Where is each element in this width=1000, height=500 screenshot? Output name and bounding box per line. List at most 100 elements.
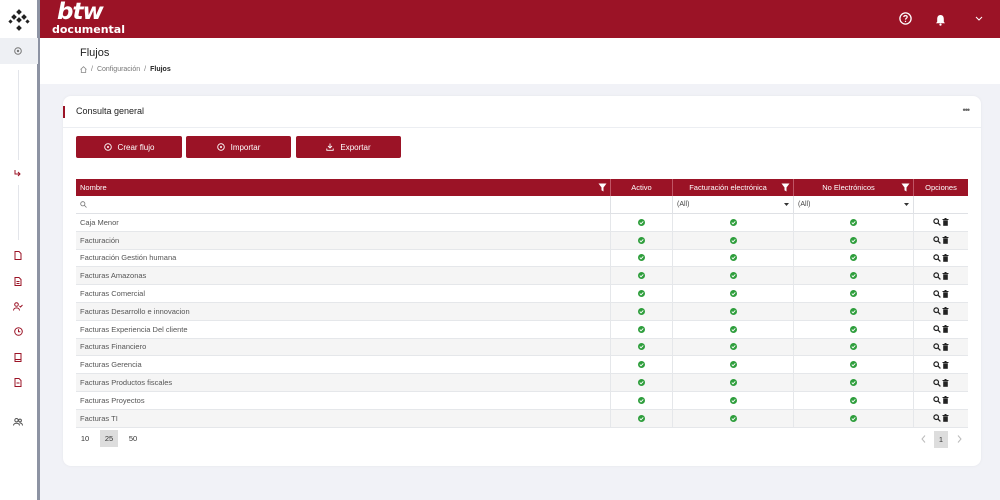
column-header-nombre[interactable]: Nombre (76, 179, 611, 196)
trash-icon[interactable] (942, 325, 949, 333)
search-icon[interactable] (933, 378, 941, 387)
table-row[interactable]: Facturas Experiencia Del cliente (76, 320, 968, 339)
page-size-selector: 10 25 50 (76, 430, 142, 447)
trash-icon[interactable] (942, 414, 949, 422)
more-options-button[interactable]: ••• (963, 105, 971, 115)
brand-logo[interactable]: btw documental (52, 0, 125, 36)
table-row[interactable]: Caja Menor (76, 214, 968, 232)
no-electronicos-filter-select[interactable]: (All) (794, 196, 914, 213)
row-nombre: Facturas Amazonas (76, 267, 611, 285)
home-icon[interactable] (80, 66, 87, 73)
row-nombre: Facturas Desarrollo e innovacion (76, 302, 611, 320)
trash-icon[interactable] (942, 236, 949, 244)
exportar-button[interactable]: Exportar (296, 136, 401, 158)
users-icon (13, 418, 23, 426)
next-page-button[interactable] (952, 430, 966, 447)
chevron-left-icon (920, 434, 925, 443)
column-nombre-label: Nombre (80, 183, 107, 192)
table-row[interactable]: Facturación Gestión humana (76, 249, 968, 268)
search-icon[interactable] (933, 218, 941, 227)
no-electronicos-select[interactable]: (All) (794, 201, 913, 208)
trash-icon[interactable] (942, 342, 949, 351)
exportar-label: Exportar (340, 142, 371, 152)
sidebar-item-file[interactable] (10, 273, 26, 289)
filter-icon[interactable] (781, 183, 790, 192)
sidebar-item-user-check[interactable] (10, 298, 26, 314)
table-row[interactable]: Facturas Comercial (76, 285, 968, 303)
nombre-search-cell[interactable] (76, 196, 611, 213)
check-circle-icon (850, 414, 857, 422)
breadcrumb-configuracion[interactable]: Configuración (97, 66, 140, 73)
trash-icon[interactable] (942, 253, 949, 262)
table-row[interactable]: Facturas Proyectos (76, 391, 968, 410)
trash-icon[interactable] (942, 289, 949, 298)
trash-icon[interactable] (942, 271, 949, 280)
column-header-no-electronicos[interactable]: No Electrónicos (794, 179, 914, 196)
sidebar-item-settings[interactable] (0, 38, 38, 64)
row-facturacion-check (673, 267, 794, 285)
check-circle-icon (638, 414, 645, 422)
filter-icon[interactable] (598, 183, 607, 192)
search-icon[interactable] (933, 325, 941, 334)
search-icon[interactable] (933, 414, 941, 423)
search-icon[interactable] (933, 307, 941, 316)
trash-icon[interactable] (942, 378, 949, 387)
sidebar-item-book[interactable] (10, 349, 26, 365)
column-facturacion-label: Facturación electrónica (689, 183, 767, 192)
prev-page-button[interactable] (916, 430, 930, 447)
current-page[interactable]: 1 (934, 431, 948, 448)
facturacion-select[interactable]: (All) (673, 201, 793, 208)
check-circle-icon (729, 218, 737, 226)
sidebar-item-document[interactable] (10, 247, 26, 263)
row-nombre: Facturación (76, 231, 611, 249)
trash-icon[interactable] (942, 360, 949, 369)
table-row[interactable]: Facturas Gerencia (76, 356, 968, 375)
row-no-electronicos-check (794, 356, 914, 374)
row-activo-check (611, 391, 673, 409)
sidebar-item-users[interactable] (10, 414, 26, 430)
sidebar-item-return[interactable] (10, 165, 26, 181)
table-row[interactable]: Facturación (76, 231, 968, 250)
trash-icon[interactable] (942, 307, 949, 316)
sidebar-item-clock[interactable] (10, 323, 26, 339)
table-row[interactable]: Facturas Productos fiscales (76, 374, 968, 392)
table-row[interactable]: Facturas Amazonas (76, 267, 968, 286)
notifications-button[interactable] (932, 12, 948, 28)
trash-icon[interactable] (942, 218, 949, 227)
search-icon[interactable] (933, 272, 941, 280)
column-header-activo[interactable]: Activo (611, 179, 673, 196)
table-row[interactable]: Facturas Desarrollo e innovacion (76, 302, 968, 321)
row-no-electronicos-check (794, 409, 914, 427)
page-size-50[interactable]: 50 (124, 430, 142, 447)
app-logo-icon[interactable] (8, 9, 30, 31)
table-body: Caja Menor Facturación Facturación Gestión… (76, 214, 968, 428)
crear-flujo-button[interactable]: Crear flujo (76, 136, 182, 158)
search-icon[interactable] (933, 236, 941, 245)
table-row[interactable]: Facturas Financiero (76, 338, 968, 357)
importar-button[interactable]: Importar (186, 136, 291, 158)
facturacion-filter-select[interactable]: (All) (673, 196, 794, 213)
search-icon[interactable] (933, 343, 941, 351)
table-header: Nombre Activo Facturación electrónica No… (76, 179, 968, 196)
page-size-25[interactable]: 25 (100, 430, 118, 447)
row-facturacion-check (673, 356, 794, 374)
search-icon[interactable] (933, 254, 941, 262)
check-circle-icon (638, 307, 645, 315)
search-icon[interactable] (933, 289, 941, 298)
caret-down-icon (784, 203, 789, 206)
filter-icon[interactable] (901, 183, 910, 192)
search-icon[interactable] (933, 361, 941, 369)
trash-icon[interactable] (942, 396, 949, 405)
sidebar-item-report[interactable] (10, 374, 26, 390)
row-facturacion-check (673, 320, 794, 338)
search-icon[interactable] (933, 396, 941, 405)
filter-row: (All) (All) (76, 196, 968, 214)
breadcrumb-separator: / (144, 66, 147, 73)
row-opciones (914, 356, 968, 373)
user-menu-button[interactable] (971, 10, 987, 26)
table-row[interactable]: Facturas TI (76, 409, 968, 428)
row-no-electronicos-check (794, 231, 914, 249)
column-header-facturacion[interactable]: Facturación electrónica (673, 179, 794, 196)
help-button[interactable] (897, 10, 913, 26)
page-size-10[interactable]: 10 (76, 430, 94, 447)
